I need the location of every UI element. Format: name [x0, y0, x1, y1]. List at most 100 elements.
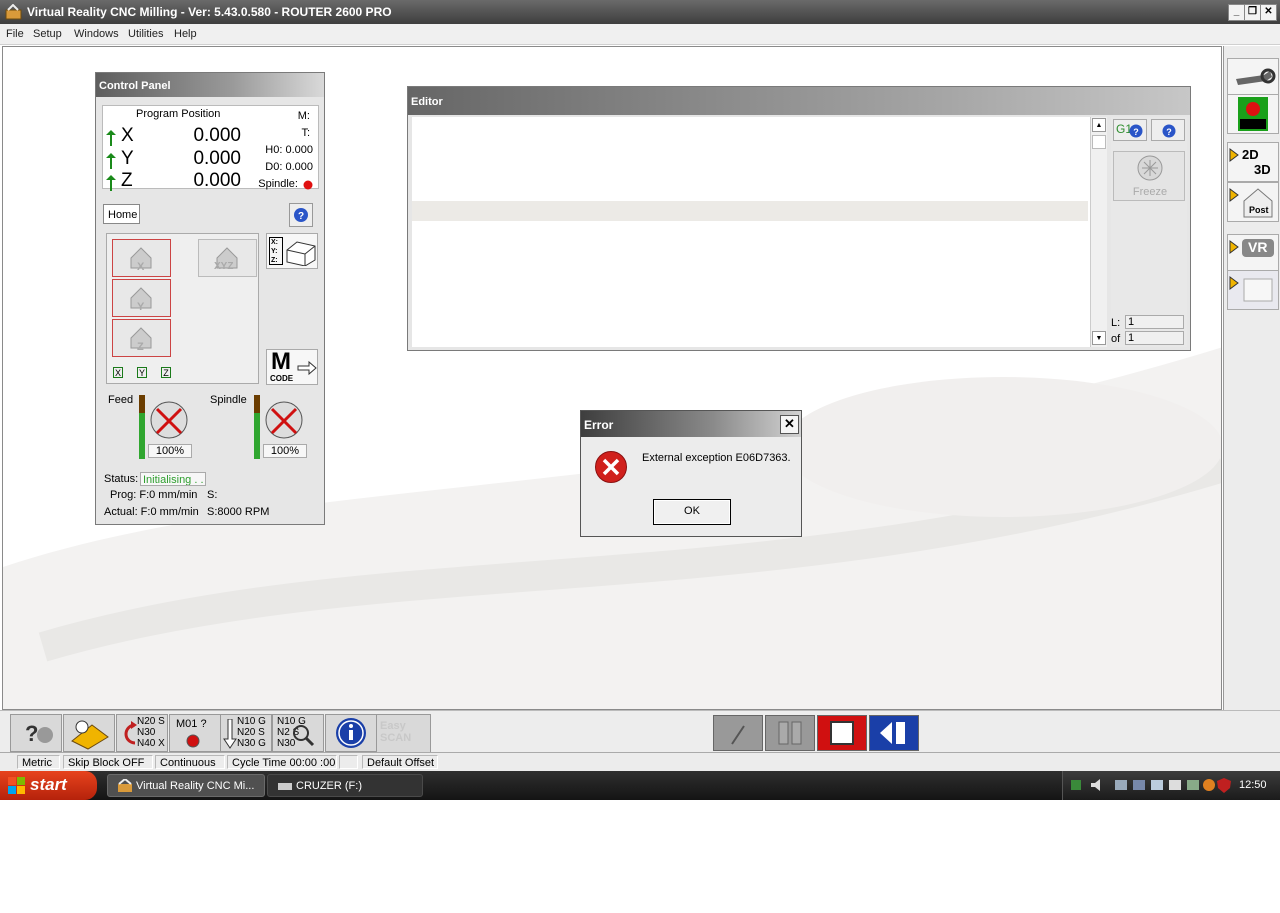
windows-logo-icon	[8, 777, 25, 794]
skip-block-status: Skip Block OFF	[63, 755, 153, 769]
info-button[interactable]	[325, 714, 377, 752]
help-icon: ?	[1129, 124, 1143, 138]
prog-feed: Prog: F:0 mm/min	[110, 489, 198, 501]
restore-button[interactable]: ❐	[1244, 4, 1261, 21]
taskbar-task-cruzer[interactable]: CRUZER (F:)	[267, 774, 423, 797]
control-panel-title: Control Panel	[96, 73, 324, 97]
feed-override-icon[interactable]	[147, 399, 191, 441]
close-button[interactable]: ✕	[1260, 4, 1277, 21]
editor-scrollbar[interactable]: ▲ ▼	[1090, 117, 1107, 347]
code-line: N30 G	[237, 738, 266, 749]
3d-label: 3D	[1254, 162, 1271, 177]
offset-status: Default Offset	[362, 755, 438, 769]
line-value: 1	[1125, 315, 1184, 329]
menu-help[interactable]: Help	[174, 28, 197, 40]
tray-icons[interactable]	[1071, 778, 1221, 794]
post-label: Post	[1249, 205, 1269, 215]
task-label: CRUZER (F:)	[296, 780, 362, 792]
easy-scan-label-2: SCAN	[380, 732, 412, 744]
app-icon	[118, 779, 132, 792]
tool-setup-button[interactable]	[63, 714, 115, 752]
home-xyz-button[interactable]: XYZ	[198, 239, 257, 277]
g1-help-button[interactable]: G1 ?	[1113, 119, 1147, 141]
spindle-gauge[interactable]	[254, 395, 260, 459]
status-value: Initialising . . .	[140, 472, 206, 486]
home-tab[interactable]: Home	[103, 204, 140, 224]
m-code-button[interactable]: M CODE	[266, 348, 318, 385]
x-enable-checkbox[interactable]: X	[113, 367, 123, 378]
down-arrow-icon	[223, 719, 237, 749]
spindle-override-icon[interactable]	[262, 399, 306, 441]
post-button[interactable]: Post	[1227, 182, 1279, 222]
scroll-up-button[interactable]: ▲	[1092, 118, 1106, 132]
single-block-button[interactable]: N10 G N20 S N30 G	[220, 714, 272, 752]
xyz-box-x: X:	[271, 239, 278, 246]
dialog-message: External exception E06D7363.	[642, 452, 791, 464]
menu-setup[interactable]: Setup	[33, 28, 62, 40]
editor-help-button[interactable]: ?	[1151, 119, 1185, 141]
rewind-program-button[interactable]: N20 S N30 N40 X	[116, 714, 168, 752]
home-x-button[interactable]: X	[112, 239, 171, 277]
freeze-button[interactable]: Freeze	[1113, 151, 1185, 201]
y-enable-checkbox[interactable]: Y	[137, 367, 147, 378]
spindle-override-label: Spindle	[210, 394, 247, 406]
tool-settings-button[interactable]	[1227, 58, 1279, 98]
work-offset-button[interactable]: X: Y: Z:	[266, 233, 318, 269]
menu-file[interactable]: File	[6, 28, 24, 40]
vr-label: VR	[1248, 239, 1268, 255]
2d-3d-view-button[interactable]: 2D 3D	[1227, 142, 1279, 182]
cycle-start-button[interactable]	[713, 715, 763, 751]
h0-offset: H0: 0.000	[265, 144, 313, 156]
home-z-label: Z	[137, 341, 144, 353]
units-status: Metric	[17, 755, 60, 769]
easy-scan-button[interactable]: Easy SCAN	[376, 714, 431, 757]
scroll-thumb[interactable]	[1092, 135, 1106, 149]
minimize-button[interactable]: _	[1228, 4, 1245, 21]
svg-text:?: ?	[1166, 127, 1172, 137]
z-enable-checkbox[interactable]: Z	[161, 367, 171, 378]
shield-icon[interactable]	[1217, 778, 1231, 794]
current-line-highlight	[412, 201, 1088, 221]
position-display: Program Position X 0.000 Y 0.000 Z 0.000…	[102, 105, 319, 191]
help-tool-button[interactable]: ?	[10, 714, 62, 752]
xyz-box-z: Z:	[271, 257, 278, 264]
reset-icon	[880, 722, 905, 744]
home-z-button[interactable]: Z	[112, 319, 171, 357]
m01-stop-button[interactable]: M01 ?	[169, 714, 221, 752]
editor-text-area[interactable]	[412, 117, 1090, 347]
svg-text:?: ?	[1133, 127, 1139, 137]
taskbar-task-vrcnc[interactable]: Virtual Reality CNC Mi...	[107, 774, 265, 797]
simulation-button[interactable]	[1227, 270, 1279, 310]
menu-utilities[interactable]: Utilities	[128, 28, 163, 40]
machine-icon	[1238, 97, 1268, 131]
stop-button[interactable]	[817, 715, 867, 751]
pause-icon	[778, 721, 802, 745]
line-label: L:	[1111, 317, 1121, 329]
machine-view-button[interactable]	[1227, 94, 1279, 134]
feed-hold-button[interactable]	[765, 715, 815, 751]
x-axis-value: 0.000	[193, 125, 241, 146]
freeze-icon	[1137, 155, 1163, 181]
x-axis-label: X	[121, 125, 134, 146]
help-button[interactable]: ?	[289, 203, 313, 227]
feed-gauge[interactable]	[139, 395, 145, 459]
system-tray: 12:50	[1062, 771, 1280, 800]
of-label: of	[1111, 333, 1121, 345]
y-axis-arrow-icon	[106, 153, 116, 169]
error-dialog: Error ✕ External exception E06D7363. OK	[580, 410, 802, 537]
start-button[interactable]: start	[0, 771, 97, 800]
search-program-button[interactable]: N10 G N2 S N30	[272, 714, 324, 752]
home-y-button[interactable]: Y	[112, 279, 171, 317]
info-icon	[336, 718, 366, 748]
feed-percent: 100%	[148, 444, 192, 458]
feed-gauge-fill	[139, 413, 145, 459]
dialog-close-button[interactable]: ✕	[780, 415, 799, 434]
ok-button[interactable]: OK	[653, 499, 731, 525]
code-line: N10 G	[237, 716, 266, 727]
scroll-down-button[interactable]: ▼	[1092, 331, 1106, 345]
vr-button[interactable]: VR	[1227, 234, 1279, 274]
z-axis-value: 0.000	[193, 170, 241, 191]
home-y-label: Y	[137, 301, 145, 313]
reset-button[interactable]	[869, 715, 919, 751]
menu-windows[interactable]: Windows	[74, 28, 119, 40]
